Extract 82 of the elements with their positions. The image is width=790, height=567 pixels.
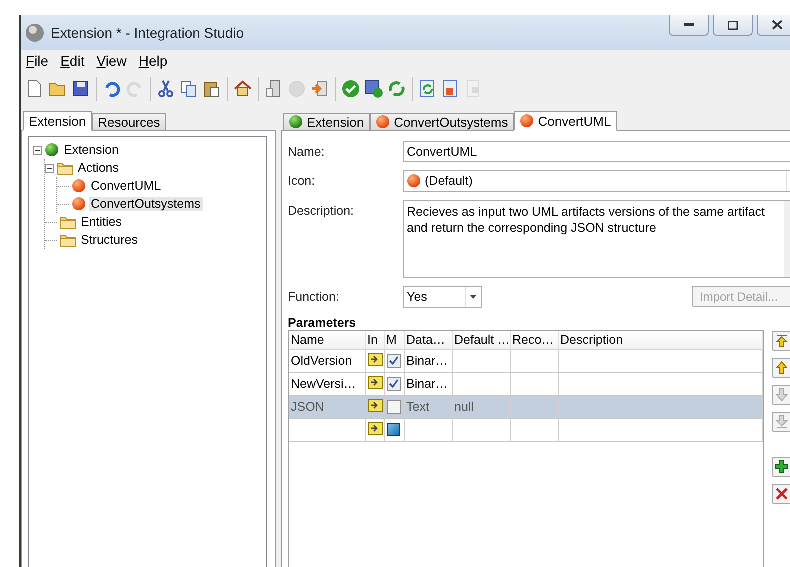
table-cell [404,418,452,441]
table-cell: null [452,395,510,418]
check-icon[interactable] [341,79,361,99]
table-cell [452,372,510,395]
tab[interactable]: Extension [283,113,370,131]
tree-item[interactable]: ConvertUML [89,179,164,193]
disk-check-icon[interactable] [364,79,384,99]
close-button[interactable] [757,15,790,36]
field-label: Icon: [288,173,316,188]
collapse-toggle[interactable] [45,164,54,172]
table-cell [452,349,510,372]
extension-icon [45,143,59,157]
table-cell: Binar… [404,349,452,372]
field-label: Name: [288,144,326,159]
table-row[interactable]: NewVersi… Binar… [289,372,762,395]
icon-dropdown[interactable]: (Default) [403,170,790,192]
action-icon [72,179,86,193]
floppy-icon[interactable] [71,79,91,99]
description-field[interactable]: Recieves as input two UML artifacts versions of the same artifact and return the corresponding JSON structure [403,200,790,278]
name-field[interactable]: ConvertUML [403,141,790,162]
tab[interactable]: Extension [23,111,92,131]
table-cell: Text [404,395,452,418]
column-header[interactable]: Name [289,331,365,349]
field-label: Description: [288,203,355,218]
action-icon [520,114,534,128]
move-up-button[interactable] [772,358,790,378]
scissors-icon[interactable] [156,79,176,99]
delete-button[interactable] [772,484,790,504]
minimize-icon [684,23,694,27]
window-title: Extension * - Integration Studio [51,24,246,40]
copy-icon[interactable] [179,79,199,99]
table-cell: Binar… [404,372,452,395]
dropdown-arrow-icon[interactable] [470,295,477,299]
folder-icon [57,162,73,174]
section-title: Parameters [288,316,358,330]
arrow-document-icon[interactable] [310,79,330,99]
menu-item[interactable]: View [96,53,127,69]
collapse-toggle[interactable] [33,146,42,154]
add-button[interactable] [772,457,790,477]
tab[interactable]: ConvertOutsystems [370,113,514,131]
menu-item[interactable]: Help [138,53,168,69]
function-dropdown[interactable]: Yes [403,286,482,308]
checkbox[interactable] [386,354,400,368]
house-icon[interactable] [233,79,253,99]
column-header[interactable]: M [384,331,404,349]
column-header[interactable]: In [365,331,384,349]
menu-item[interactable]: File [26,53,49,69]
field-label: Function: [288,289,340,304]
table-row[interactable]: JSON Text null [289,395,762,418]
checkbox[interactable] [386,400,400,414]
column-header[interactable]: Default … [452,331,510,349]
table-cell: NewVersi… [289,372,365,395]
tab[interactable]: Resources [92,113,166,131]
table-cell [452,418,510,441]
tree-item[interactable]: ConvertOutsystems [89,197,203,211]
move-top-button[interactable] [772,331,790,351]
tree-item[interactable]: Entities [79,215,124,229]
column-header[interactable]: Data… [404,331,452,349]
new-row-icon [386,423,400,436]
column-header[interactable]: Reco… [510,331,558,349]
column-header[interactable]: Description [558,331,762,349]
menu-item[interactable]: Edit [60,53,85,69]
folder-icon [60,234,76,246]
action-icon [407,174,421,188]
app-logo-icon [25,22,45,42]
action-icon [72,197,86,211]
action-icon [376,115,390,129]
extension-icon [289,115,303,129]
folder-icon [60,216,76,228]
table-row[interactable] [289,418,762,441]
close-icon [772,20,782,30]
table-cell: JSON [289,395,365,418]
table-row[interactable]: OldVersion Binar… [289,349,762,372]
tree-item[interactable]: Actions [76,161,121,175]
checkbox[interactable] [386,376,400,390]
maximize-button[interactable] [713,15,753,36]
tab[interactable]: ConvertUML [514,111,618,131]
minimize-button[interactable] [669,15,709,36]
tree-item[interactable]: Extension [62,143,121,157]
table-cell: OldVersion [289,349,365,372]
restore-icon [728,20,738,30]
tree-item[interactable]: Structures [79,233,140,247]
